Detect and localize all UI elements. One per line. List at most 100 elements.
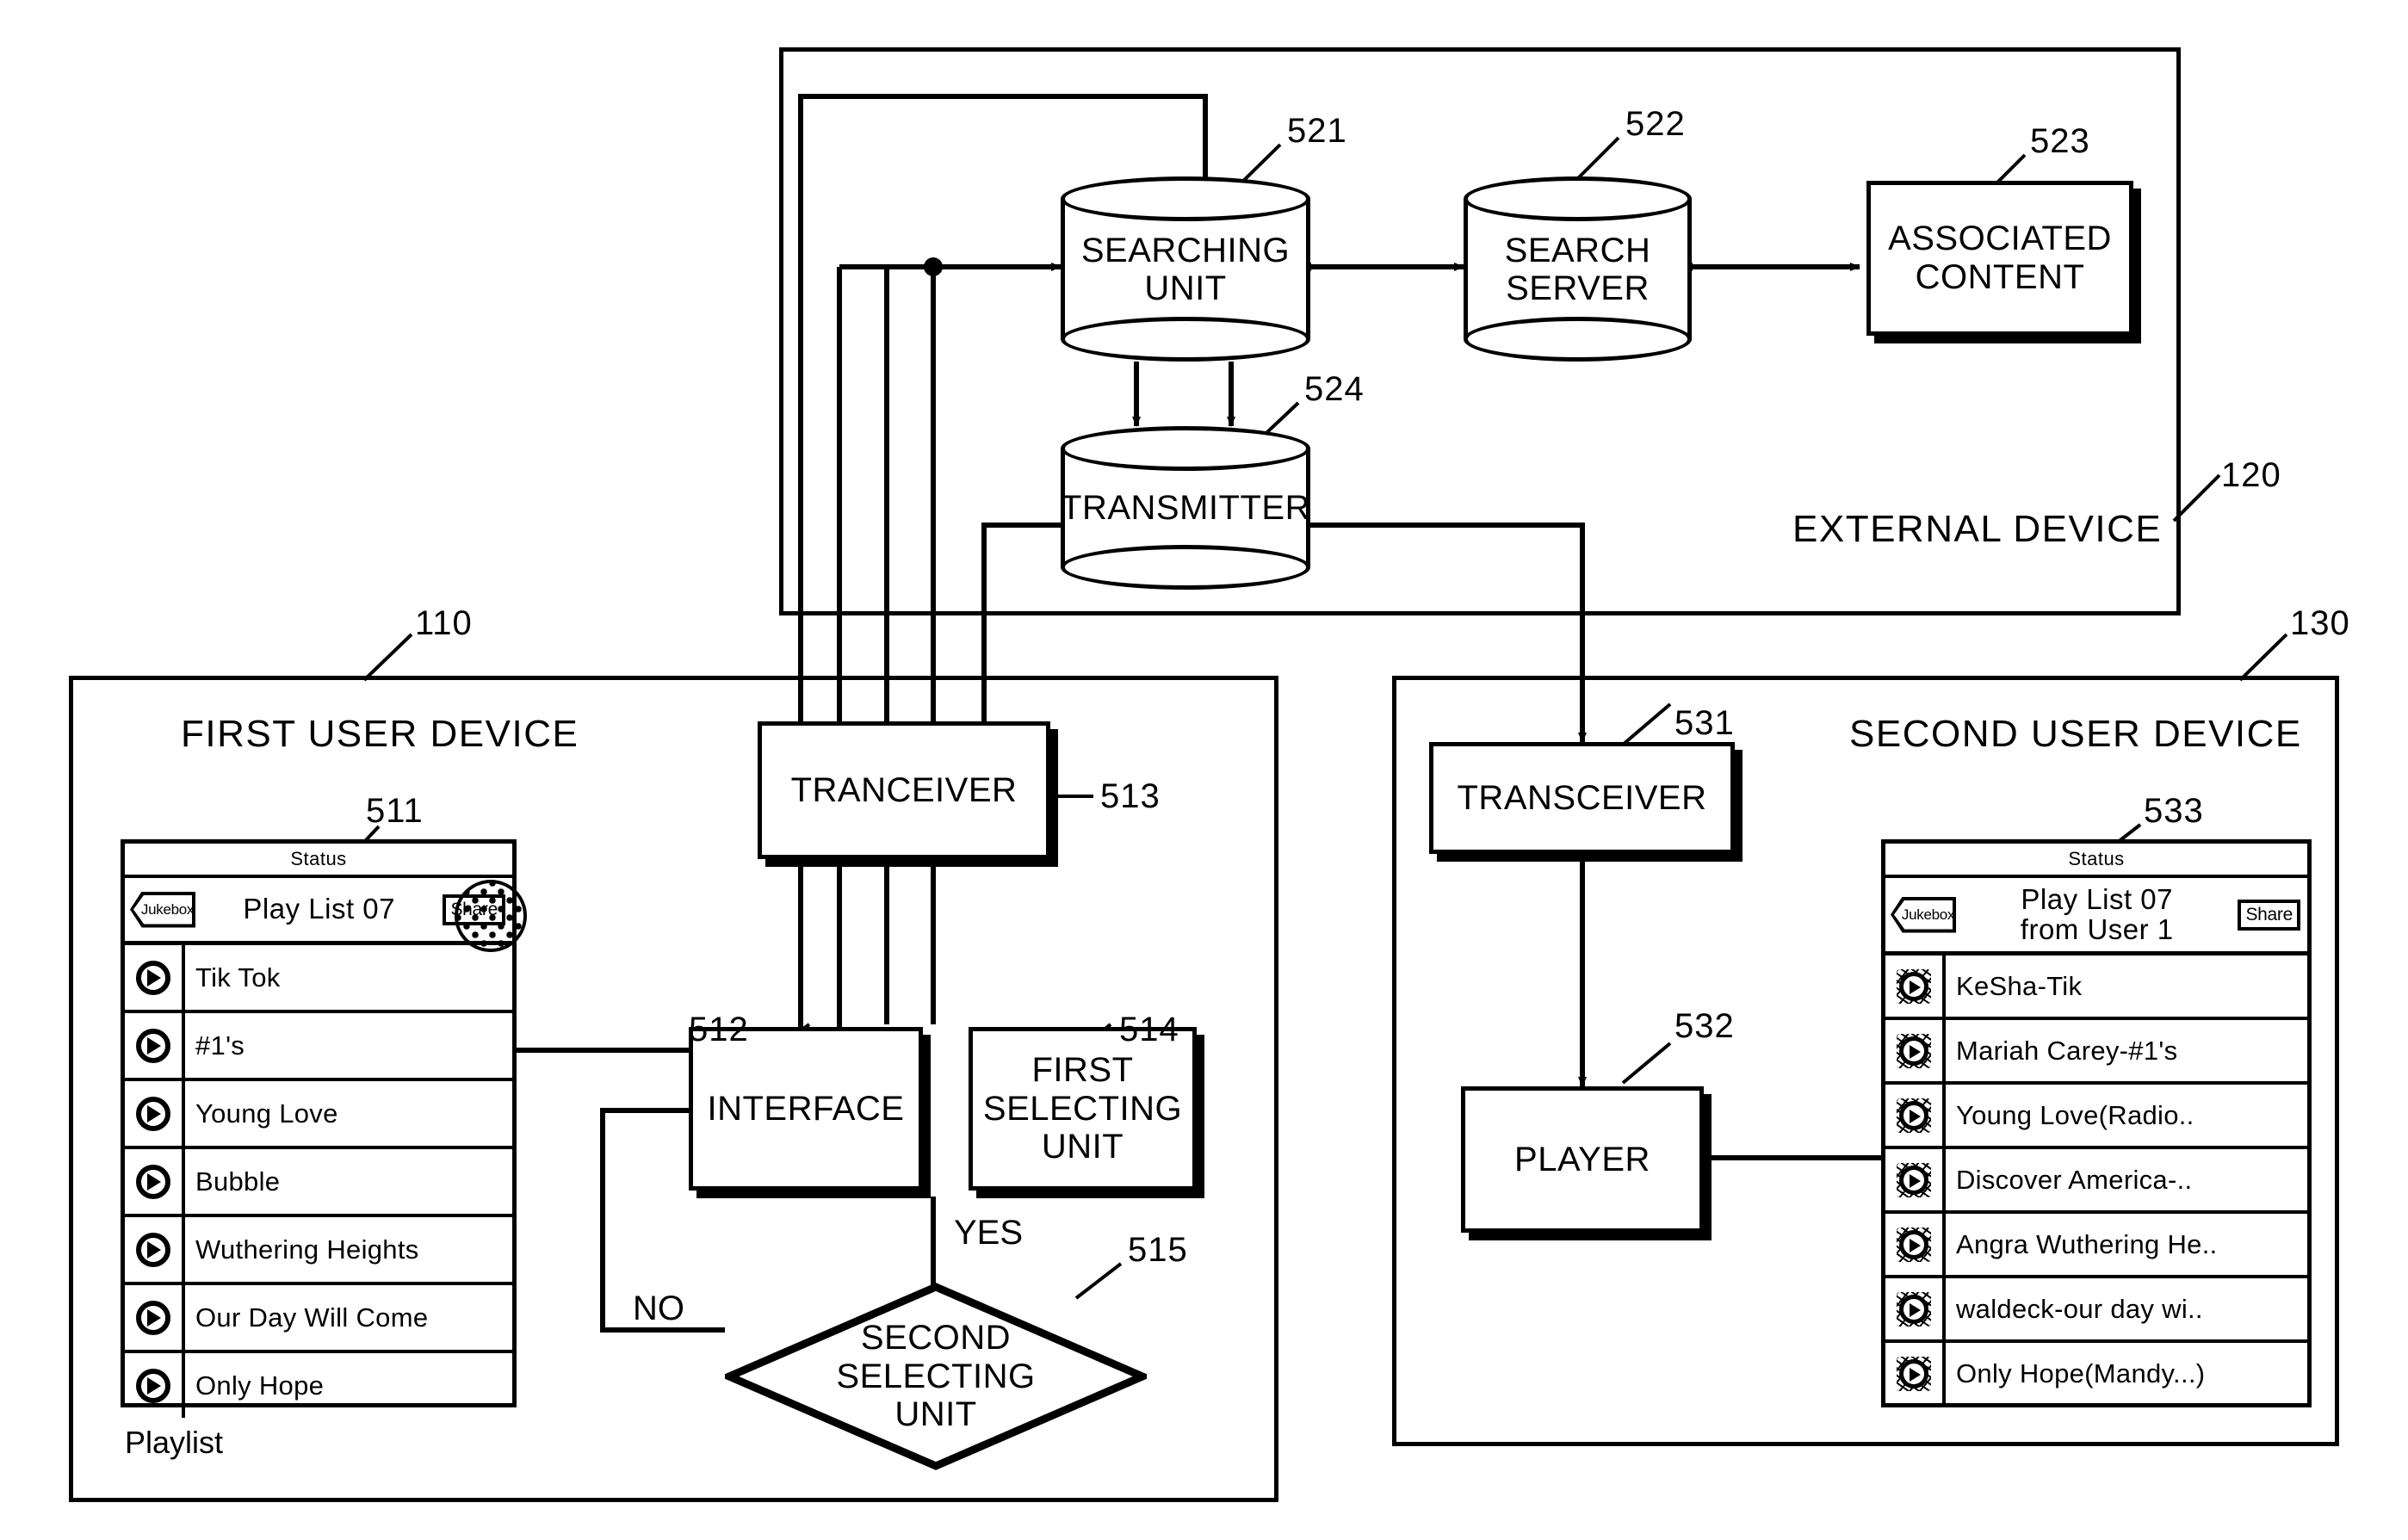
table-row[interactable]: Angra Wuthering He.. xyxy=(1885,1214,2307,1278)
track-title: Our Day Will Come xyxy=(195,1302,429,1333)
track-title: Bubble xyxy=(195,1166,281,1197)
playlist-title: Play List 07 xyxy=(243,893,396,925)
table-row[interactable]: Tik Tok xyxy=(125,945,512,1013)
second-selecting-unit-label: SECOND SELECTING UNIT xyxy=(836,1318,1036,1434)
touch-gesture-marker xyxy=(455,880,527,952)
track-title: Wuthering Heights xyxy=(195,1234,419,1265)
ref-532: 532 xyxy=(1674,1007,1735,1045)
share-button[interactable]: Share xyxy=(2238,899,2300,931)
ref-515: 515 xyxy=(1128,1231,1188,1269)
ref-130: 130 xyxy=(2290,604,2350,642)
table-row[interactable]: Young Love xyxy=(125,1081,512,1149)
track-title: #1's xyxy=(195,1030,245,1061)
table-row[interactable]: Only Hope(Mandy...) xyxy=(1885,1343,2307,1404)
jukebox-label: Jukebox xyxy=(1901,906,1955,923)
jukebox-back-button[interactable]: Jukebox xyxy=(130,891,195,928)
play-icon[interactable] xyxy=(136,1164,170,1199)
player-block: PLAYER xyxy=(1461,1086,1704,1233)
track-title: Young Love(Radio.. xyxy=(1956,1099,2194,1130)
table-row[interactable]: Young Love(Radio.. xyxy=(1885,1085,2307,1149)
branch-label-no: NO xyxy=(633,1290,684,1327)
table-row[interactable]: KeSha-Tik xyxy=(1885,956,2307,1020)
play-icon-cell[interactable] xyxy=(125,945,185,1010)
search-server-node: SEARCH SERVER xyxy=(1464,176,1692,362)
searching-unit-label: SEARCHING UNIT xyxy=(1080,231,1291,307)
interface-block: INTERFACE xyxy=(689,1027,923,1191)
ref-514: 514 xyxy=(1119,1011,1179,1048)
table-row[interactable]: Only Hope xyxy=(125,1353,512,1418)
track-title: Only Hope xyxy=(195,1370,325,1401)
tranceiver-block: TRANCEIVER xyxy=(758,721,1050,859)
album-play-icon[interactable] xyxy=(1895,1032,1933,1070)
track-title: Only Hope(Mandy...) xyxy=(1956,1358,2206,1388)
second-device-screen[interactable]: Status Jukebox Play List 07 from User 1 … xyxy=(1881,839,2312,1407)
ref-531: 531 xyxy=(1674,704,1735,742)
album-play-icon[interactable] xyxy=(1895,1097,1933,1135)
album-play-icon-cell[interactable] xyxy=(1885,1020,1946,1081)
play-icon[interactable] xyxy=(136,1096,170,1131)
jukebox-label: Jukebox xyxy=(140,900,195,918)
play-icon[interactable] xyxy=(136,1028,170,1063)
transceiver-block: TRANSCEIVER xyxy=(1429,742,1735,854)
track-title: Tik Tok xyxy=(195,962,281,993)
album-play-icon[interactable] xyxy=(1895,1355,1933,1393)
play-icon-cell[interactable] xyxy=(125,1217,185,1282)
table-row[interactable]: Our Day Will Come xyxy=(125,1285,512,1353)
track-title: waldeck-our day wi.. xyxy=(1956,1293,2203,1324)
status-bar: Status xyxy=(1885,844,2307,878)
ref-110: 110 xyxy=(415,604,473,642)
status-bar: Status xyxy=(125,844,512,878)
jukebox-back-button[interactable]: Jukebox xyxy=(1891,896,1956,933)
album-play-icon-cell[interactable] xyxy=(1885,1085,1946,1146)
playlist-title-line1: Play List 07 xyxy=(2021,882,2174,915)
track-title: KeSha-Tik xyxy=(1956,970,2083,1001)
play-icon[interactable] xyxy=(136,960,170,995)
album-play-icon[interactable] xyxy=(1895,1161,1933,1199)
patent-figure: EXTERNAL DEVICE 120 SEARCHING UNIT 521 S… xyxy=(0,0,2408,1540)
track-title: Young Love xyxy=(195,1098,338,1129)
transmitter-label: TRANSMITTER xyxy=(1061,489,1310,527)
play-icon[interactable] xyxy=(136,1232,170,1267)
playlist-title-group: Play List 07 from User 1 xyxy=(1956,882,2238,945)
album-play-icon-cell[interactable] xyxy=(1885,1343,1946,1404)
play-icon-cell[interactable] xyxy=(125,1353,185,1418)
play-icon-cell[interactable] xyxy=(125,1149,185,1214)
track-title: Angra Wuthering He.. xyxy=(1956,1228,2218,1259)
branch-label-yes: YES xyxy=(954,1214,1024,1252)
album-play-icon[interactable] xyxy=(1895,968,1933,1005)
ref-521: 521 xyxy=(1287,112,1347,150)
track-title: Mariah Carey-#1's xyxy=(1956,1035,2178,1066)
ref-523: 523 xyxy=(2030,122,2090,160)
table-row[interactable]: Wuthering Heights xyxy=(125,1217,512,1285)
play-icon[interactable] xyxy=(136,1368,170,1403)
screen-title-bar: Jukebox Play List 07 from User 1 Share xyxy=(1885,878,2307,956)
first-user-device-title: FIRST USER DEVICE xyxy=(181,713,579,755)
table-row[interactable]: waldeck-our day wi.. xyxy=(1885,1278,2307,1343)
album-play-icon[interactable] xyxy=(1895,1290,1933,1328)
album-play-icon-cell[interactable] xyxy=(1885,1278,1946,1339)
album-play-icon-cell[interactable] xyxy=(1885,956,1946,1017)
play-icon-cell[interactable] xyxy=(125,1285,185,1350)
ref-522: 522 xyxy=(1625,105,1686,143)
associated-content-block: ASSOCIATED CONTENT xyxy=(1866,181,2133,336)
ref-524: 524 xyxy=(1304,370,1365,408)
table-row[interactable]: Bubble xyxy=(125,1149,512,1217)
table-row[interactable]: #1's xyxy=(125,1013,512,1081)
album-play-icon[interactable] xyxy=(1895,1226,1933,1264)
first-selecting-unit-block: FIRST SELECTING UNIT xyxy=(969,1027,1197,1191)
ref-533: 533 xyxy=(2144,792,2204,830)
external-device-title: EXTERNAL DEVICE xyxy=(1792,508,2163,550)
ref-511: 511 xyxy=(366,792,424,830)
table-row[interactable]: Mariah Carey-#1's xyxy=(1885,1020,2307,1085)
transmitter-node: TRANSMITTER xyxy=(1061,426,1310,590)
album-play-icon-cell[interactable] xyxy=(1885,1214,1946,1275)
play-icon[interactable] xyxy=(136,1300,170,1335)
play-icon-cell[interactable] xyxy=(125,1013,185,1078)
playlist-title-line2: from User 1 xyxy=(2020,912,2174,945)
table-row[interactable]: Discover America-.. xyxy=(1885,1149,2307,1214)
play-icon-cell[interactable] xyxy=(125,1081,185,1146)
ref-512: 512 xyxy=(689,1011,749,1048)
searching-unit-node: SEARCHING UNIT xyxy=(1061,176,1310,362)
album-play-icon-cell[interactable] xyxy=(1885,1149,1946,1210)
search-server-label: SEARCH SERVER xyxy=(1504,231,1651,307)
